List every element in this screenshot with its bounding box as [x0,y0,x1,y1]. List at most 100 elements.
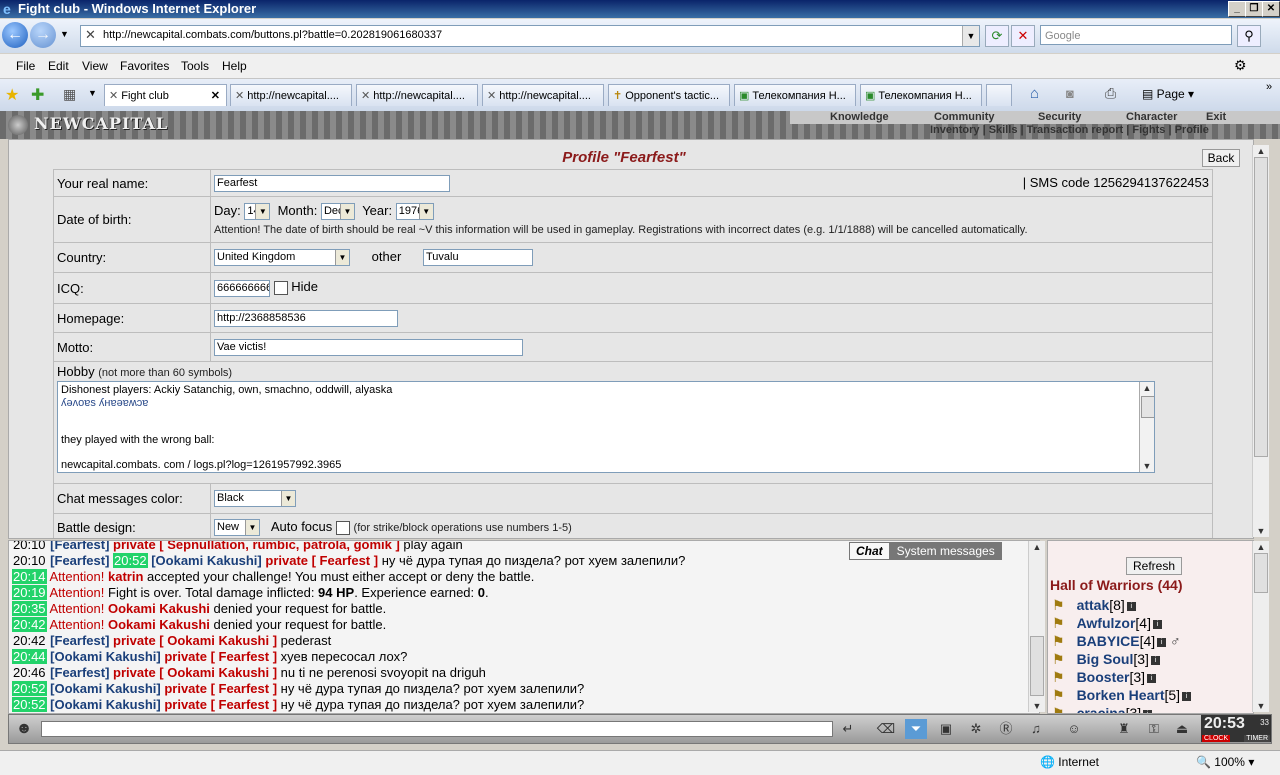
real-name-input[interactable]: Fearfest [214,174,450,192]
autofocus-checkbox[interactable] [335,520,350,535]
main-scroll-thumb[interactable] [1254,157,1268,457]
chat-nick[interactable]: [Fearfest] [50,553,109,568]
warrior-item[interactable]: ⚑ Awfulzor[4] i [1052,615,1162,632]
warriors-scrollbar[interactable]: ▲ ▼ [1252,541,1269,712]
quick-tabs-icon[interactable]: ▦ [63,86,76,103]
exit-icon[interactable]: ⏏ [1171,719,1193,739]
page-menu[interactable]: ▤ Page ▾ [1142,87,1194,101]
tab-5[interactable]: ✝ Opponent's tactic... [608,84,730,106]
address-bar[interactable]: ✕ http://newcapital.combats.com/buttons.… [80,25,980,47]
chat-nick[interactable]: [Ookami Kakushi] [50,697,161,712]
chat-scroll-thumb[interactable] [1030,636,1044,696]
menu-view[interactable]: View [82,59,108,73]
chat-nick[interactable]: [Fearfest] [50,665,109,680]
chat-input[interactable] [41,721,833,737]
warrior-name[interactable]: attak [1077,597,1110,613]
year-select[interactable]: 1976 ▼ [395,203,434,221]
scroll-down-icon[interactable]: ▼ [1140,461,1154,471]
country-select[interactable]: United Kingdom ▼ [214,249,350,267]
chevron-more-icon[interactable]: » [1266,81,1272,93]
warrior-name[interactable]: BABYICE [1077,633,1140,649]
sound-icon[interactable]: ♫ [1025,719,1047,739]
battle-design-select[interactable]: New ▼ [214,519,260,537]
private-flag-icon[interactable]: ⚑ [1052,651,1065,667]
chat-nick[interactable]: [Fearfest] [50,633,109,648]
month-select[interactable]: Dec ▼ [320,203,355,221]
translit-icon[interactable]: Ⓡ [995,719,1017,739]
tab-7[interactable]: ▣ Телекомпания Н... [860,84,982,106]
private-flag-icon[interactable]: ⚑ [1052,633,1065,649]
address-dropdown-icon[interactable]: ▼ [962,26,979,46]
menu-tools[interactable]: Tools [181,59,209,73]
chat-private-target[interactable]: private [ Fearfest ] [164,649,277,664]
tab-fight-club[interactable]: ✕ Fight club ✕ [104,84,227,106]
private-flag-icon[interactable]: ⚑ [1052,705,1065,713]
sub-nav[interactable]: Inventory | Skills | Transaction report … [930,124,1209,136]
tab-2[interactable]: ✕ http://newcapital.... [230,84,352,106]
private-flag-icon[interactable]: ⚑ [1052,669,1065,685]
send-icon[interactable]: ↵ [837,719,859,739]
private-flag-icon[interactable]: ⚑ [1052,615,1065,631]
scroll-up-icon[interactable]: ▲ [1029,542,1045,552]
history-dropdown-icon[interactable]: ▼ [60,29,69,39]
home-icon[interactable]: ⌂ [1030,85,1039,102]
print-icon[interactable]: ⎙ [1105,85,1116,102]
new-tab-button[interactable] [986,84,1012,106]
lock-icon[interactable]: ⚿ [1143,719,1165,739]
speaker-head-icon[interactable]: ☻ [13,719,35,739]
warrior-name[interactable]: cracina [1077,705,1126,713]
chat-private-target[interactable]: private [ Sepnullation, rumbic, patrola,… [113,541,400,552]
warrior-item[interactable]: ⚑cracina[3]i [1052,705,1153,713]
tab-list-icon[interactable]: ▼ [88,88,97,98]
menu-edit[interactable]: Edit [48,59,69,73]
warrior-item[interactable]: ⚑ Big Soul[3] i [1052,651,1160,668]
hide-icq-checkbox[interactable] [273,281,288,296]
forward-icon[interactable]: → [30,22,56,48]
search-input[interactable]: Google [1040,25,1232,45]
scroll-down-icon[interactable]: ▼ [1253,701,1269,711]
info-icon[interactable]: i [1126,601,1136,611]
scroll-down-icon[interactable]: ▼ [1253,526,1269,536]
tab-system-messages[interactable]: System messages [889,542,1002,560]
private-flag-icon[interactable]: ⚑ [1052,597,1065,613]
chat-private-target[interactable]: Ookami Kakushi [108,617,210,632]
info-icon[interactable]: i [1150,655,1160,665]
nav-knowledge[interactable]: Knowledge [830,111,889,123]
hobby-textarea[interactable]: Dishonest players: Ackiy Satanchig, own,… [57,381,1155,473]
info-icon[interactable]: i [1153,619,1162,629]
feeds-icon[interactable]: ◙ [1066,86,1074,101]
chat-private-target[interactable]: private [ Fearfest ] [164,681,277,696]
chat-private-target[interactable]: katrin [108,569,143,584]
hobby-scroll-thumb[interactable] [1141,396,1154,418]
add-favorites-icon[interactable]: ✚ [31,85,44,105]
menu-help[interactable]: Help [222,59,247,73]
warrior-item[interactable]: ⚑ attak[8] i [1052,597,1136,614]
chat-private-target[interactable]: private [ Fearfest ] [265,553,378,568]
smiley-icon[interactable]: ☺ [1063,719,1085,739]
refresh-button[interactable]: Refresh [1126,557,1182,575]
nav-exit[interactable]: Exit [1206,111,1226,123]
close-tab-icon[interactable]: ✕ [211,85,220,106]
refresh-icon[interactable]: ⟳ [985,25,1009,47]
nav-community[interactable]: Community [934,111,995,123]
tab-4[interactable]: ✕ http://newcapital.... [482,84,604,106]
maximize-button[interactable]: ❐ [1245,1,1263,17]
tab-3[interactable]: ✕ http://newcapital.... [356,84,478,106]
back-button[interactable]: Back [1202,149,1240,167]
warrior-name[interactable]: Borken Heart [1077,687,1165,703]
close-button[interactable]: ✕ [1262,1,1280,17]
tab-chat[interactable]: Chat [849,542,890,560]
nav-security[interactable]: Security [1038,111,1081,123]
chat-private-target[interactable]: private [ Ookami Kakushi ] [113,633,277,648]
nav-character[interactable]: Character [1126,111,1177,123]
private-flag-icon[interactable]: ⚑ [1052,687,1065,703]
info-icon[interactable]: i [1147,673,1157,683]
warrior-item[interactable]: ⚑ BABYICE[4] i ♂ [1052,633,1181,650]
other-country-input[interactable]: Tuvalu [422,249,533,267]
eraser-icon[interactable]: ⌫ [875,719,897,739]
bag-icon[interactable]: ♜ [1113,719,1135,739]
motto-input[interactable]: Vae victis! [214,338,523,356]
warrior-item[interactable]: ⚑ Borken Heart[5] i [1052,687,1192,704]
warriors-scroll-thumb[interactable] [1254,553,1268,593]
chat-nick[interactable]: [Ookami Kakushi] [50,649,161,664]
